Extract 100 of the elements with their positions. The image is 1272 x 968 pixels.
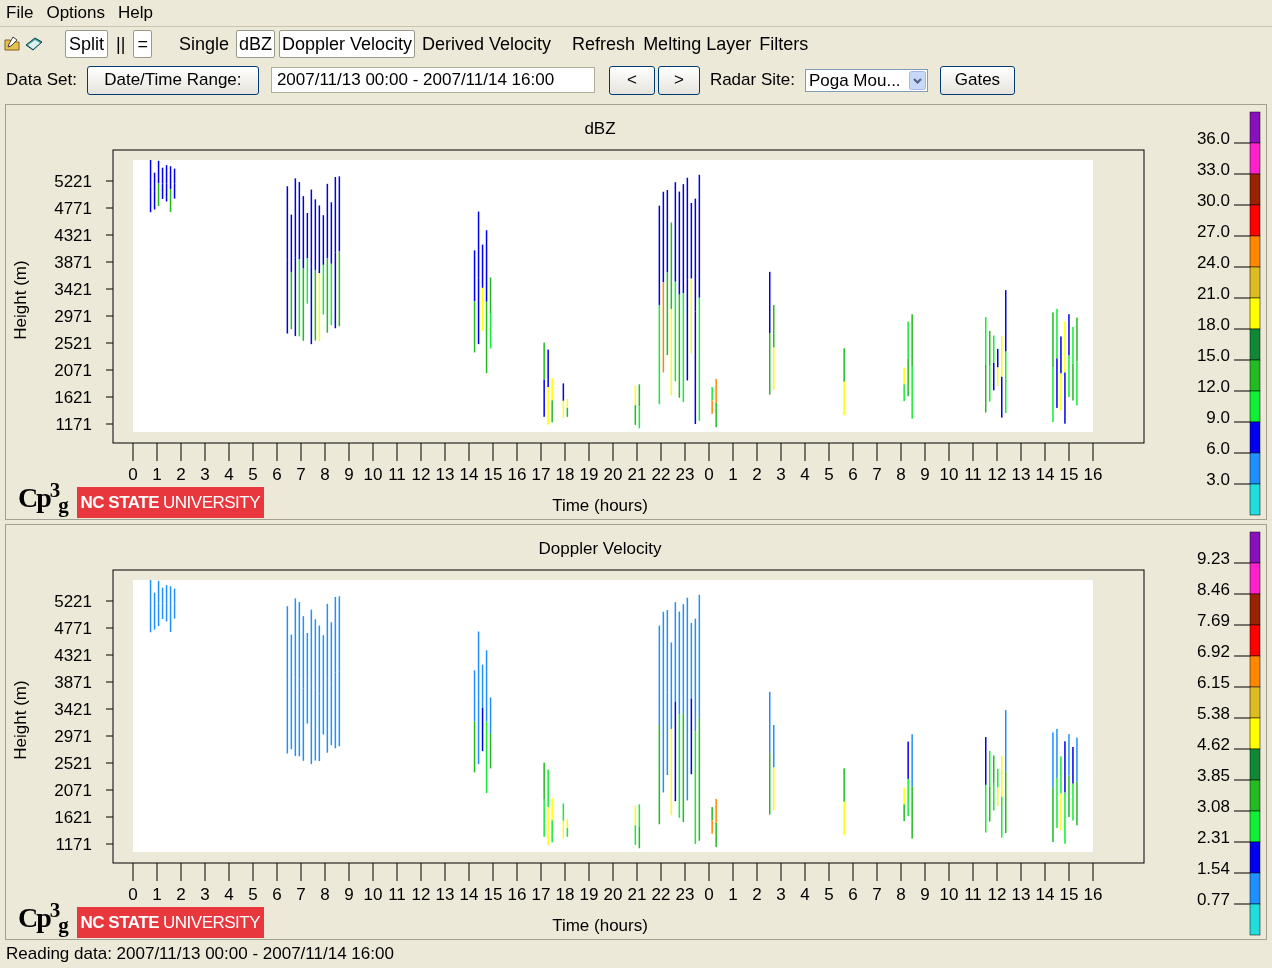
product-button[interactable]: Derived Velocity xyxy=(419,29,555,58)
logo-bold-text: NC STATE xyxy=(80,494,159,511)
folder-icon[interactable] xyxy=(4,35,21,52)
x-tick-label: 7 xyxy=(296,885,306,904)
y-tick-label: 5221 xyxy=(54,592,92,611)
x-tick-label: 14 xyxy=(1035,885,1055,904)
menu-item[interactable]: Options xyxy=(46,0,105,26)
menu-item[interactable]: Help xyxy=(118,0,153,26)
x-tick-label: 22 xyxy=(651,885,671,904)
colorbar-label: 27.0 xyxy=(1196,222,1230,241)
colorbar-label: 36.0 xyxy=(1196,129,1230,148)
x-tick-label: 17 xyxy=(531,465,551,484)
x-tick-label: 4 xyxy=(800,465,810,484)
x-tick-label: 10 xyxy=(363,465,383,484)
x-tick-label: 10 xyxy=(939,465,959,484)
y-axis-label: Height (m) xyxy=(11,260,30,340)
x-tick-label: 12 xyxy=(411,465,431,484)
x-tick-label: 19 xyxy=(579,885,599,904)
x-tick-label: 3 xyxy=(776,465,786,484)
x-tick-label: 5 xyxy=(824,885,834,904)
previous-button[interactable]: < xyxy=(608,65,655,95)
layout-button[interactable]: Split xyxy=(65,29,108,58)
colorbar-label: 6.92 xyxy=(1196,642,1230,661)
x-tick-label: 7 xyxy=(296,465,306,484)
layout-button[interactable]: = xyxy=(133,29,152,58)
x-tick-label: 6 xyxy=(848,885,858,904)
x-tick-label: 6 xyxy=(272,885,282,904)
x-tick-label: 1 xyxy=(728,885,738,904)
x-tick-label: 2 xyxy=(752,465,762,484)
colorbar-label: 18.0 xyxy=(1196,315,1230,334)
colorbar-label: 5.38 xyxy=(1196,704,1230,723)
x-tick-label: 20 xyxy=(603,465,623,484)
x-tick-label: 2 xyxy=(752,885,762,904)
x-tick-label: 11 xyxy=(388,885,406,904)
x-tick-label: 14 xyxy=(459,465,479,484)
menu-item[interactable]: File xyxy=(6,0,34,26)
dataset-label: Data Set: xyxy=(6,69,77,92)
x-tick-label: 2 xyxy=(176,885,186,904)
date-range-button[interactable]: Date/Time Range: xyxy=(86,65,259,95)
x-tick-label: 18 xyxy=(555,885,575,904)
product-button[interactable]: dBZ xyxy=(235,29,275,58)
x-axis-label: Time (hours) xyxy=(552,916,648,935)
x-tick-label: 1 xyxy=(728,465,738,484)
colorbar-label: 9.23 xyxy=(1196,549,1230,568)
x-tick-label: 1 xyxy=(152,465,162,484)
y-tick-label: 2971 xyxy=(54,727,92,746)
x-tick-label: 11 xyxy=(388,465,406,484)
x-tick-label: 12 xyxy=(411,885,431,904)
x-tick-label: 4 xyxy=(800,885,810,904)
x-tick-label: 22 xyxy=(651,465,671,484)
x-tick-label: 15 xyxy=(483,885,503,904)
date-range-field[interactable]: 2007/11/13 00:00 - 2007/11/14 16:00 xyxy=(270,67,595,93)
toolbar-button[interactable]: Refresh xyxy=(570,29,638,58)
x-axis-label: Time (hours) xyxy=(552,496,648,515)
colorbar-label: 6.0 xyxy=(1206,439,1230,458)
chart-title: Doppler Velocity xyxy=(538,539,662,558)
colorbar-label: 3.08 xyxy=(1196,797,1230,816)
product-button[interactable]: Single xyxy=(175,29,232,58)
y-tick-label: 1621 xyxy=(54,808,92,827)
y-tick-label: 5221 xyxy=(54,172,92,191)
x-tick-label: 15 xyxy=(1059,885,1079,904)
x-tick-label: 2 xyxy=(176,465,186,484)
colorbar-label: 4.62 xyxy=(1196,735,1230,754)
next-button[interactable]: > xyxy=(657,65,700,95)
colorbar-label: 8.46 xyxy=(1196,580,1230,599)
x-tick-label: 5 xyxy=(824,465,834,484)
x-tick-label: 21 xyxy=(627,885,647,904)
y-tick-label: 3421 xyxy=(54,700,92,719)
x-tick-label: 16 xyxy=(507,885,527,904)
y-tick-label: 1171 xyxy=(55,835,92,854)
layout-button[interactable]: || xyxy=(112,29,130,58)
x-tick-label: 3 xyxy=(200,885,210,904)
x-tick-label: 13 xyxy=(435,885,455,904)
colorbar-label: 2.31 xyxy=(1196,828,1230,847)
status-text: Reading data: 2007/11/13 00:00 - 2007/11/14 16:00 xyxy=(6,943,394,966)
y-axis-label: Height (m) xyxy=(11,680,30,760)
toolbar-button[interactable]: Melting Layer xyxy=(641,29,754,58)
x-tick-label: 14 xyxy=(459,885,479,904)
y-tick-label: 3871 xyxy=(54,253,92,272)
y-tick-label: 3421 xyxy=(54,280,92,299)
toolbar-button[interactable]: Filters xyxy=(757,29,811,58)
x-tick-label: 8 xyxy=(896,465,906,484)
y-tick-label: 2071 xyxy=(54,361,92,380)
colorbar-label: 7.69 xyxy=(1196,611,1230,630)
x-tick-label: 23 xyxy=(675,465,695,484)
x-tick-label: 0 xyxy=(128,465,138,484)
x-tick-label: 21 xyxy=(627,465,647,484)
x-tick-label: 13 xyxy=(435,465,455,484)
product-button[interactable]: Doppler Velocity xyxy=(278,29,416,58)
x-tick-label: 20 xyxy=(603,885,623,904)
y-tick-label: 2521 xyxy=(54,334,92,353)
radar-site-dropdown[interactable]: Poga Mou... xyxy=(804,68,928,92)
x-tick-label: 0 xyxy=(128,885,138,904)
x-tick-label: 11 xyxy=(964,885,982,904)
y-tick-label: 1621 xyxy=(54,388,92,407)
x-tick-label: 8 xyxy=(896,885,906,904)
x-tick-label: 4 xyxy=(224,885,234,904)
x-tick-label: 9 xyxy=(920,465,930,484)
gates-button[interactable]: Gates xyxy=(939,65,1015,95)
colorbar-label: 30.0 xyxy=(1196,191,1230,210)
